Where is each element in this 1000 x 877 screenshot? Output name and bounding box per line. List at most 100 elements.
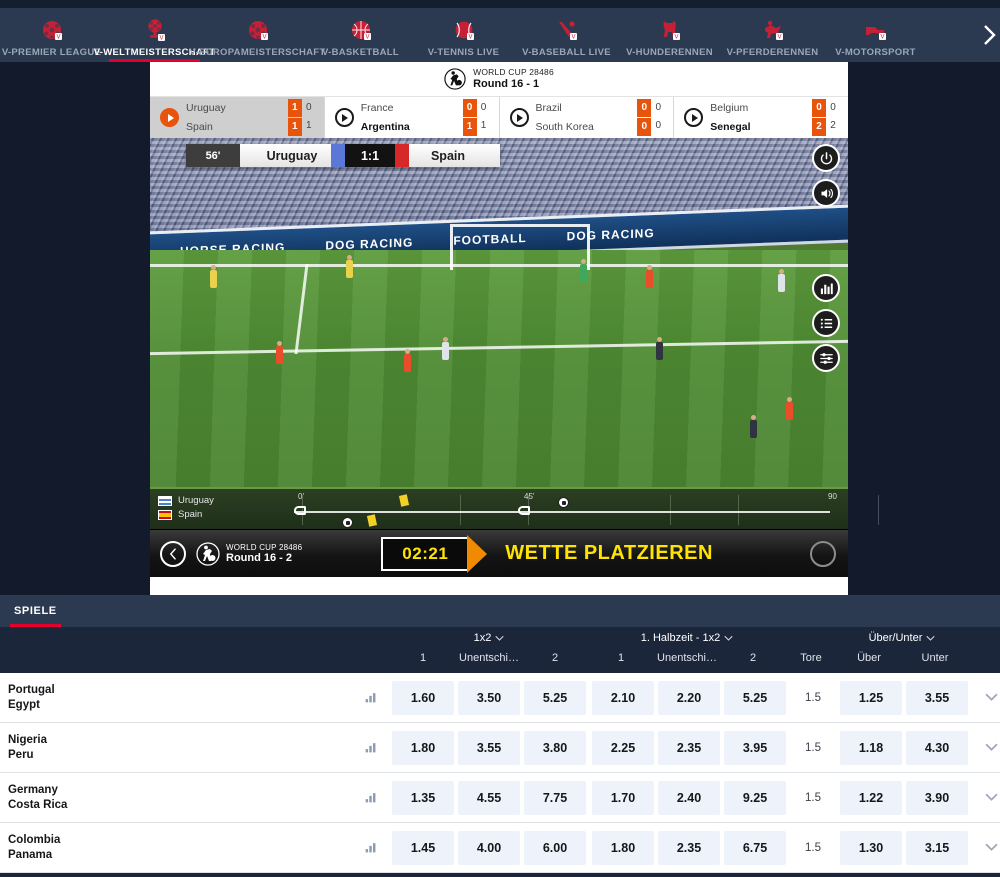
bet-slip-icon[interactable] <box>810 540 836 567</box>
odd-1x2-x[interactable]: 4.00 <box>458 830 520 865</box>
odd-1x2-2[interactable]: 3.80 <box>524 730 586 765</box>
match-tile[interactable]: France Argentina 0 1 0 1 <box>324 97 500 138</box>
odd-1x2-1[interactable]: 1.60 <box>392 680 454 715</box>
nav-item-v-premier-league[interactable]: V V-PREMIER LEAGUE <box>0 8 103 62</box>
odd-ht-x[interactable]: 2.35 <box>658 830 720 865</box>
nav-item-v-europameisterschaft[interactable]: V V-EUROPAMEISTERSCHAFT <box>190 8 325 62</box>
nav-item-v-baseball-live[interactable]: V V-BASEBALL LIVE <box>515 8 618 62</box>
round-name: Round 16 - 1 <box>473 77 540 90</box>
odd-unter[interactable]: 3.55 <box>906 680 968 715</box>
stats-bars-icon[interactable] <box>350 841 390 854</box>
sub-header: Über <box>857 652 881 664</box>
odd-unter[interactable]: 3.90 <box>906 780 968 815</box>
odd-unter[interactable]: 4.30 <box>906 730 968 765</box>
tore-line-value: 1.5 <box>805 841 821 854</box>
odd-ht-x[interactable]: 2.35 <box>658 730 720 765</box>
market-group-title[interactable]: 1x2 <box>390 627 588 649</box>
settings-sliders-icon[interactable] <box>812 344 840 372</box>
sub-header: Unentschi… <box>657 652 717 664</box>
power-icon[interactable] <box>812 144 840 172</box>
stats-bars-icon[interactable] <box>350 691 390 704</box>
row-teams: Germany Costa Rica <box>0 783 350 813</box>
odd-1x2-x[interactable]: 3.50 <box>458 680 520 715</box>
odd-ht-1[interactable]: 1.70 <box>592 780 654 815</box>
table-row: Colombia Panama 1.45 4.00 6.00 1.80 2.35… <box>0 823 1000 873</box>
away-score-primary: 1 <box>287 118 302 136</box>
market-group-title[interactable]: Über/Unter <box>786 627 968 649</box>
games-panel: SPIELE 1x2 1 Unentschi… 2 1. Halbzeit - … <box>0 595 1000 877</box>
stats-bars-icon[interactable] <box>812 274 840 302</box>
whistle-icon <box>518 506 530 515</box>
row-expand-button[interactable] <box>970 743 1000 752</box>
away-score-primary: 1 <box>462 118 477 136</box>
odd-ht-1[interactable]: 2.25 <box>592 730 654 765</box>
row-expand-button[interactable] <box>970 793 1000 802</box>
odd-ueber[interactable]: 1.18 <box>840 730 902 765</box>
row-teams: Colombia Panama <box>0 833 350 863</box>
nav-item-v-basketball[interactable]: V V-BASKETBALL <box>309 8 412 62</box>
table-row: Portugal Egypt 1.60 3.50 5.25 2.10 2.20 … <box>0 673 1000 723</box>
video-player[interactable]: HORSE RACING DOG RACING FOOTBALL DOG RAC… <box>150 138 848 487</box>
match-tile[interactable]: Brazil South Korea 0 0 0 0 <box>499 97 675 138</box>
odd-ht-1[interactable]: 1.80 <box>592 830 654 865</box>
svg-text:V: V <box>262 35 266 41</box>
stats-bars-icon[interactable] <box>350 741 390 754</box>
odd-ueber[interactable]: 1.25 <box>840 680 902 715</box>
row-home-team: Colombia <box>8 833 61 846</box>
away-score-secondary: 0 <box>655 120 662 131</box>
nav-item-v-motorsport[interactable]: V V-MOTORSPORT <box>824 8 927 62</box>
back-button[interactable] <box>160 540 186 567</box>
match-tile[interactable]: Belgium Senegal 0 2 0 2 <box>674 97 848 138</box>
row-expand-button[interactable] <box>970 693 1000 702</box>
odd-ht-2[interactable]: 3.95 <box>724 730 786 765</box>
place-bet-button[interactable]: WETTE PLATZIEREN <box>505 542 713 565</box>
odd-1x2-2[interactable]: 5.25 <box>524 680 586 715</box>
odd-ht-2[interactable]: 5.25 <box>724 680 786 715</box>
yellow-card-icon <box>366 514 378 527</box>
stats-bars-icon[interactable] <box>350 791 390 804</box>
odd-ht-2[interactable]: 9.25 <box>724 780 786 815</box>
odd-1x2-1[interactable]: 1.45 <box>392 830 454 865</box>
panel-tabs: SPIELE <box>0 595 1000 627</box>
svg-text:V: V <box>159 36 163 42</box>
tab-spiele[interactable]: SPIELE <box>10 595 61 627</box>
match-tile[interactable]: Uruguay Spain 1 1 0 1 <box>150 97 325 138</box>
market-group-title[interactable]: 1. Halbzeit - 1x2 <box>588 627 786 649</box>
play-icon <box>684 108 704 127</box>
odd-ht-1[interactable]: 2.10 <box>592 680 654 715</box>
row-away-team: Egypt <box>8 698 40 711</box>
sub-header: 2 <box>551 652 559 664</box>
odd-1x2-x[interactable]: 3.55 <box>458 730 520 765</box>
odd-ht-x[interactable]: 2.20 <box>658 680 720 715</box>
odd-ht-2[interactable]: 6.75 <box>724 830 786 865</box>
nav-item-v-hunderennen[interactable]: V V-HUNDERENNEN <box>618 8 721 62</box>
match-teams: Brazil South Korea <box>536 99 631 137</box>
nav-item-v-pferderennen[interactable]: V V-PFERDERENNEN <box>721 8 824 62</box>
trophy-football-icon: V <box>140 17 170 45</box>
row-expand-button[interactable] <box>970 843 1000 852</box>
odd-1x2-x[interactable]: 4.55 <box>458 780 520 815</box>
player-sprite <box>210 265 217 288</box>
odd-1x2-1[interactable]: 1.35 <box>392 780 454 815</box>
home-team-name: France <box>360 101 394 114</box>
player-sprite <box>656 337 663 360</box>
timeline-tick <box>670 495 671 525</box>
spain-flag-icon <box>158 509 172 520</box>
chevron-down-icon <box>984 843 998 851</box>
away-score-secondary: 2 <box>830 120 836 131</box>
odd-ueber[interactable]: 1.30 <box>840 830 902 865</box>
odd-unter[interactable]: 3.15 <box>906 830 968 865</box>
odd-ht-x[interactable]: 2.40 <box>658 780 720 815</box>
sub-header: 1 <box>419 652 427 664</box>
odd-1x2-2[interactable]: 6.00 <box>524 830 586 865</box>
nav-top-strip <box>0 0 1000 8</box>
volume-icon[interactable] <box>812 179 840 207</box>
odd-1x2-1[interactable]: 1.80 <box>392 730 454 765</box>
nav-item-v-tennis-live[interactable]: V V-TENNIS LIVE <box>412 8 515 62</box>
odd-ueber[interactable]: 1.22 <box>840 780 902 815</box>
nav-scroll-right-button[interactable] <box>978 8 1000 62</box>
racing-car-icon: V <box>861 17 891 45</box>
odd-1x2-2[interactable]: 7.75 <box>524 780 586 815</box>
timeline-track[interactable]: 0' 45' 90 <box>280 489 879 529</box>
list-icon[interactable] <box>812 309 840 337</box>
